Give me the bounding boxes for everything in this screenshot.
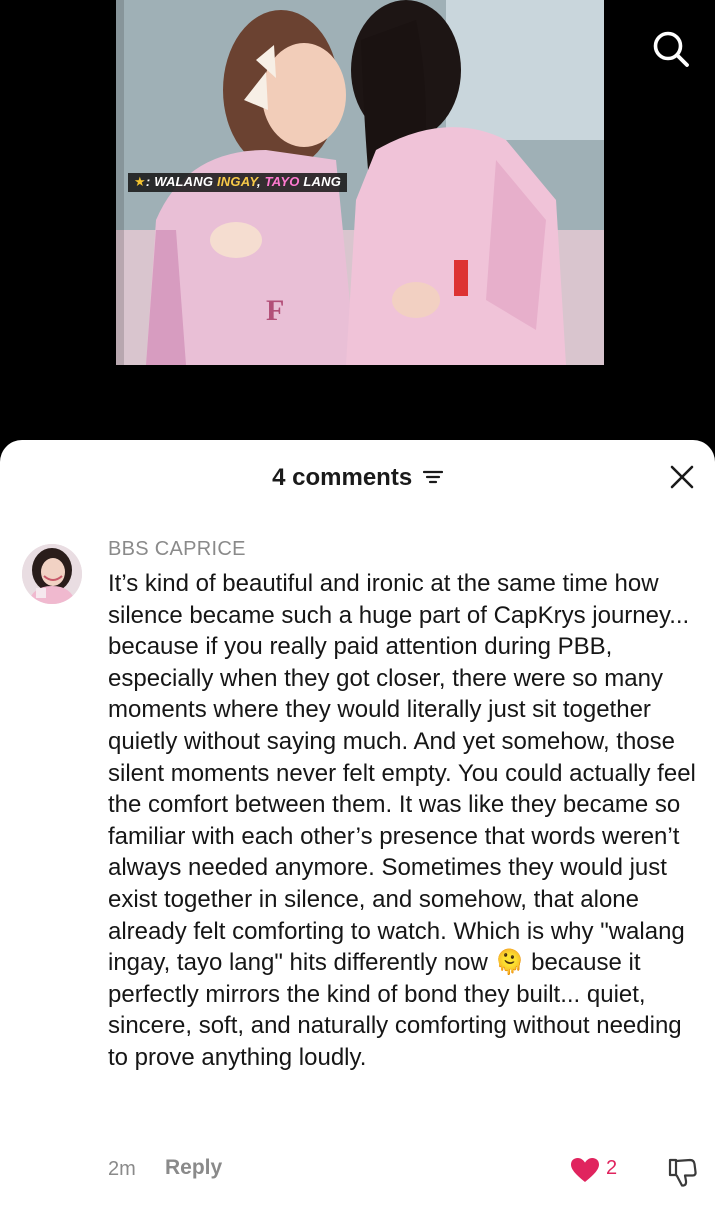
search-icon <box>653 31 689 67</box>
avatar[interactable] <box>22 544 82 604</box>
comments-sheet: 4 comments BBS CAPRICE It’s kind of beau… <box>0 440 715 1210</box>
comments-count-sort[interactable]: 4 comments <box>0 464 715 492</box>
comments-header: 4 comments <box>0 440 715 518</box>
caption-part-3: , <box>257 174 265 189</box>
close-button[interactable] <box>668 463 696 491</box>
caption-part-2: INGAY <box>216 174 257 189</box>
caption-part-4: TAYO <box>264 174 300 189</box>
comments-count: 4 comments <box>272 464 413 491</box>
melting-face-emoji: 🫠 <box>494 949 525 977</box>
close-icon <box>670 465 694 489</box>
search-button[interactable] <box>650 28 692 70</box>
heart-icon <box>571 1158 599 1182</box>
comment-username[interactable]: BBS CAPRICE <box>108 538 246 561</box>
caption-part-5: LANG <box>299 174 342 189</box>
dislike-button[interactable] <box>666 1156 698 1188</box>
comment-timestamp: 2m <box>108 1158 136 1180</box>
comment-text-part-1: It’s kind of beautiful and ironic at the… <box>108 570 696 977</box>
comment-actions: 2m Reply 2 <box>108 1156 708 1188</box>
caption-star: ★ <box>134 174 146 189</box>
comment-text: It’s kind of beautiful and ironic at the… <box>108 568 703 1074</box>
avatar-image <box>22 544 82 604</box>
thumbs-down-icon <box>668 1158 697 1187</box>
video-caption: ★: WALANG INGAY, TAYO LANG <box>128 173 348 192</box>
caption-part-1: : WALANG <box>145 174 217 189</box>
video-player[interactable]: F ★: WALANG INGAY, TAYO LANG <box>0 0 715 445</box>
sort-icon[interactable] <box>422 469 443 485</box>
svg-text:F: F <box>266 294 284 327</box>
like-count: 2 <box>606 1157 618 1179</box>
reply-button[interactable]: Reply <box>165 1156 222 1180</box>
